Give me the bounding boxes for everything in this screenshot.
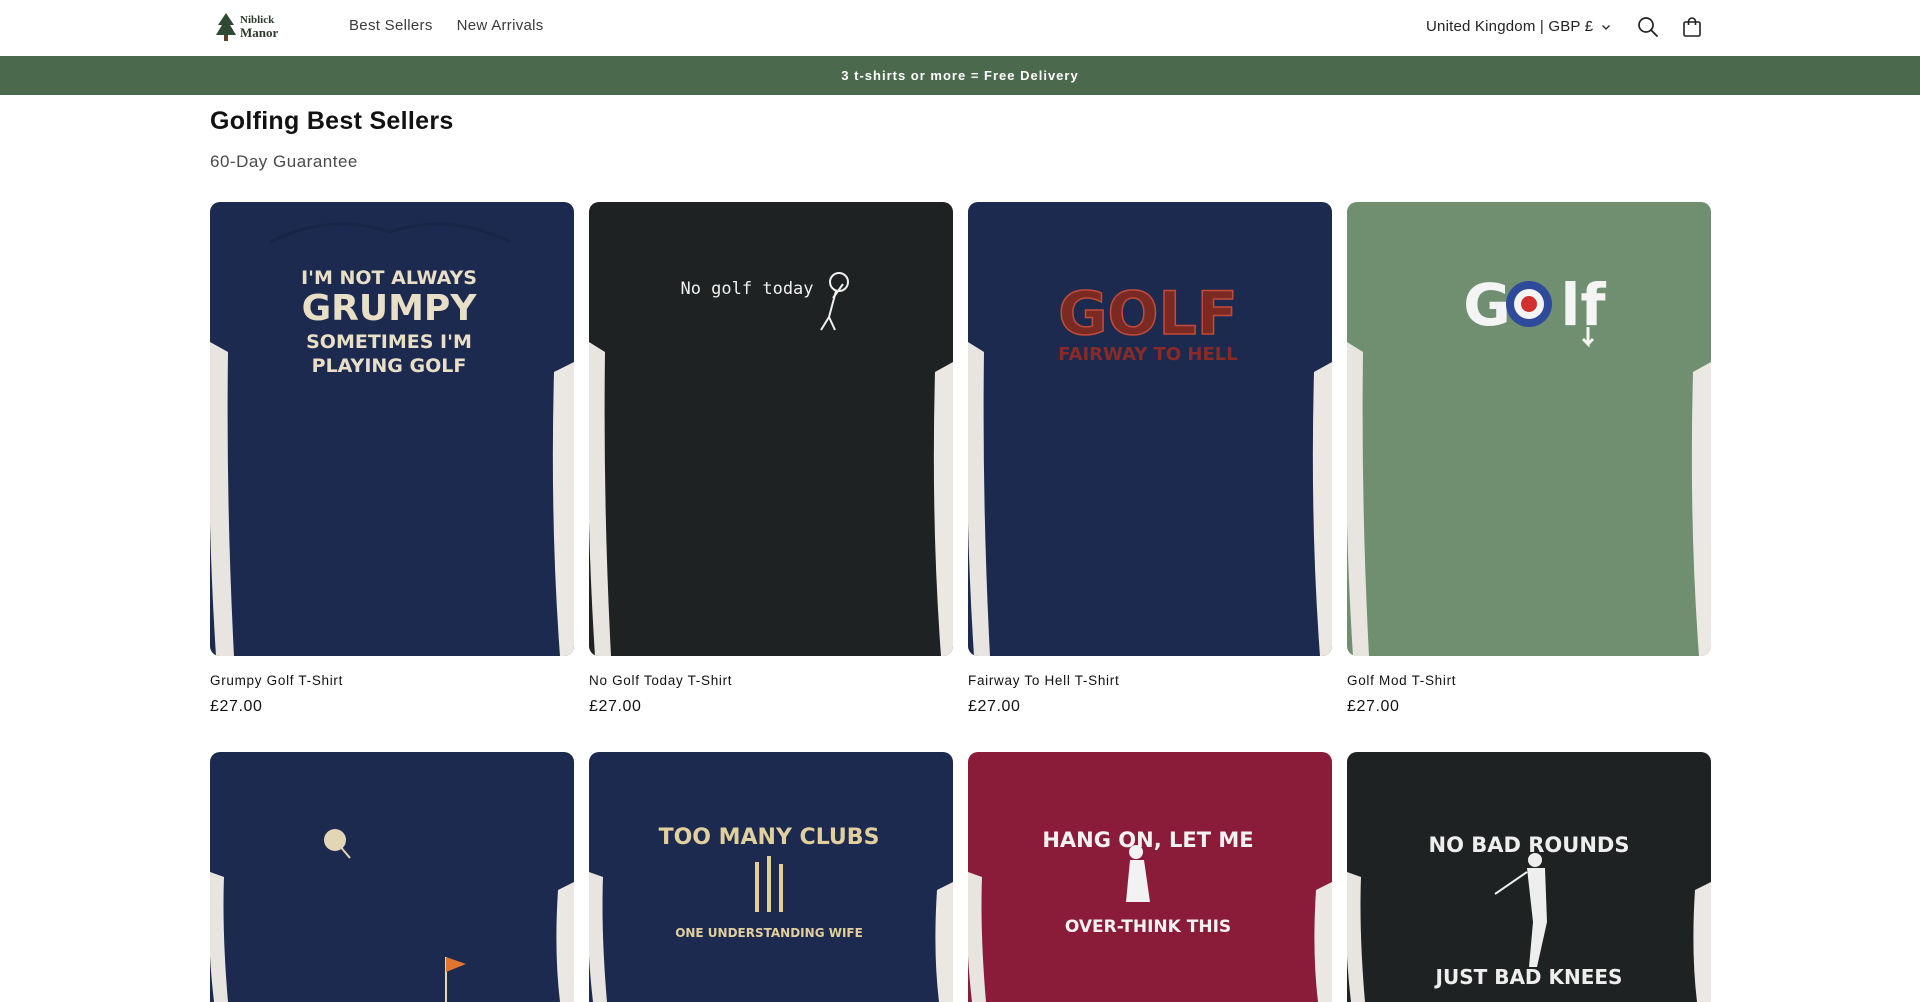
print-line-1: G bbox=[1463, 271, 1511, 339]
print-line-2: lf bbox=[1560, 271, 1606, 339]
tshirt-image: GOLF FAIRWAY TO HELL bbox=[968, 202, 1332, 656]
tshirt-image: HANG ON, LET ME OVER-THINK THIS bbox=[968, 752, 1332, 1002]
product-title[interactable]: Golf Mod T-Shirt bbox=[1347, 673, 1711, 688]
search-icon bbox=[1638, 17, 1658, 37]
tshirt-image: No golf today bbox=[589, 202, 953, 656]
print-line-1: NO BAD ROUNDS bbox=[1429, 833, 1630, 857]
product-image[interactable] bbox=[210, 752, 574, 1002]
tshirt-image: NO BAD ROUNDS JUST BAD KNEES bbox=[1347, 752, 1711, 1002]
product-image[interactable]: G lf bbox=[1347, 202, 1711, 656]
tshirt-image: TOO MANY CLUBS ONE UNDERSTANDING WIFE bbox=[589, 752, 953, 1002]
print-line-4: PLAYING GOLF bbox=[312, 355, 467, 377]
product-price: £27.00 bbox=[210, 698, 263, 715]
product-card[interactable]: No golf today No Golf Today T-Shirt £27.… bbox=[589, 202, 953, 716]
product-card[interactable] bbox=[210, 752, 574, 1002]
tshirt-image bbox=[210, 752, 574, 1002]
product-card[interactable]: NO BAD ROUNDS JUST BAD KNEES bbox=[1347, 752, 1711, 1002]
collection-subtitle: 60-Day Guarantee bbox=[210, 152, 358, 171]
product-card[interactable]: HANG ON, LET ME OVER-THINK THIS bbox=[968, 752, 1332, 1002]
shopping-bag-icon bbox=[1683, 17, 1701, 37]
collection-title: Golfing Best Sellers bbox=[210, 107, 454, 135]
product-price: £27.00 bbox=[968, 698, 1021, 715]
print-line-2: JUST BAD KNEES bbox=[1434, 965, 1623, 989]
product-price: £27.00 bbox=[589, 698, 642, 715]
tree-logo-icon bbox=[216, 13, 236, 41]
roundel-icon bbox=[1506, 281, 1552, 327]
product-title[interactable]: Grumpy Golf T-Shirt bbox=[210, 673, 574, 688]
product-price: £27.00 bbox=[1347, 698, 1400, 715]
locale-label: United Kingdom | GBP £ bbox=[1426, 18, 1594, 35]
brand-name-line2: Manor bbox=[240, 25, 279, 40]
chevron-down-icon bbox=[1602, 24, 1611, 30]
print-line-2: FAIRWAY TO HELL bbox=[1058, 344, 1237, 365]
announcement-bar: 3 t-shirts or more = Free Delivery bbox=[0, 56, 1920, 95]
print-line-1: HANG ON, LET ME bbox=[1042, 828, 1253, 852]
product-title[interactable]: Fairway To Hell T-Shirt bbox=[968, 673, 1332, 688]
print-line-1: I'M NOT ALWAYS bbox=[301, 267, 477, 289]
nav-new-arrivals[interactable]: New Arrivals bbox=[457, 17, 544, 34]
product-card[interactable]: GOLF FAIRWAY TO HELL Fairway To Hell T-S… bbox=[968, 202, 1332, 716]
nav-best-sellers[interactable]: Best Sellers bbox=[349, 17, 433, 34]
print-line-1: GOLF bbox=[1058, 279, 1237, 349]
tshirt-image: G lf bbox=[1347, 202, 1711, 656]
product-image[interactable]: HANG ON, LET ME OVER-THINK THIS bbox=[968, 752, 1332, 1002]
product-card[interactable]: G lf Golf Mod T-Shirt £27.00 bbox=[1347, 202, 1711, 716]
brand-logo[interactable]: Niblick Manor bbox=[214, 10, 286, 44]
product-title[interactable]: No Golf Today T-Shirt bbox=[589, 673, 953, 688]
print-line-2: ONE UNDERSTANDING WIFE bbox=[675, 926, 863, 940]
product-image[interactable]: TOO MANY CLUBS ONE UNDERSTANDING WIFE bbox=[589, 752, 953, 1002]
main-nav: Best Sellers New Arrivals bbox=[349, 17, 544, 34]
product-card[interactable]: I'M NOT ALWAYS GRUMPY SOMETIMES I'M PLAY… bbox=[210, 202, 574, 716]
cart-button[interactable] bbox=[1680, 15, 1704, 39]
product-image[interactable]: GOLF FAIRWAY TO HELL bbox=[968, 202, 1332, 656]
site-header: Niblick Manor Best Sellers New Arrivals … bbox=[0, 0, 1920, 56]
print-line-1: TOO MANY CLUBS bbox=[659, 825, 880, 850]
product-image[interactable]: NO BAD ROUNDS JUST BAD KNEES bbox=[1347, 752, 1711, 1002]
search-button[interactable] bbox=[1636, 15, 1660, 39]
print-line-1: No golf today bbox=[680, 279, 813, 299]
product-image[interactable]: I'M NOT ALWAYS GRUMPY SOMETIMES I'M PLAY… bbox=[210, 202, 574, 656]
product-image[interactable]: No golf today bbox=[589, 202, 953, 656]
print-line-2: GRUMPY bbox=[302, 288, 478, 329]
country-currency-selector[interactable]: United Kingdom | GBP £ bbox=[1426, 18, 1611, 35]
print-line-3: SOMETIMES I'M bbox=[306, 331, 472, 353]
product-card[interactable]: TOO MANY CLUBS ONE UNDERSTANDING WIFE bbox=[589, 752, 953, 1002]
tshirt-image: I'M NOT ALWAYS GRUMPY SOMETIMES I'M PLAY… bbox=[210, 202, 574, 656]
announcement-text: 3 t-shirts or more = Free Delivery bbox=[841, 68, 1079, 83]
print-line-2: OVER-THINK THIS bbox=[1065, 917, 1231, 937]
